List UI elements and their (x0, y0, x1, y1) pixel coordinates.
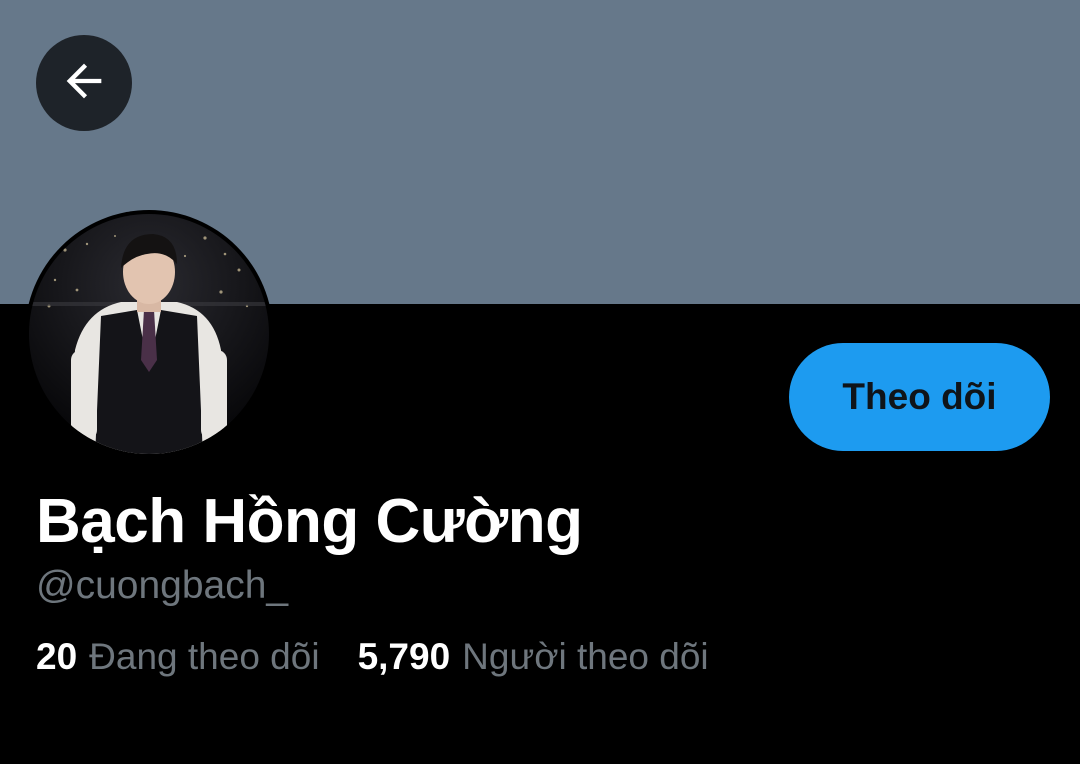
follow-button[interactable]: Theo dõi (789, 343, 1050, 451)
following-count: 20 (36, 636, 78, 677)
following-label: Đang theo dõi (89, 636, 320, 677)
back-button[interactable] (36, 35, 132, 131)
profile-handle: @cuongbach_ (36, 564, 289, 607)
profile-stats: 20 Đang theo dõi 5,790 Người theo dõi (36, 636, 709, 678)
following-stat[interactable]: 20 Đang theo dõi (36, 636, 320, 678)
arrow-left-icon (58, 55, 110, 112)
followers-stat[interactable]: 5,790 Người theo dõi (358, 636, 709, 678)
profile-display-name: Bạch Hồng Cường (36, 487, 583, 556)
followers-count: 5,790 (357, 636, 451, 677)
avatar[interactable] (25, 210, 273, 458)
followers-label: Người theo dõi (462, 636, 709, 677)
